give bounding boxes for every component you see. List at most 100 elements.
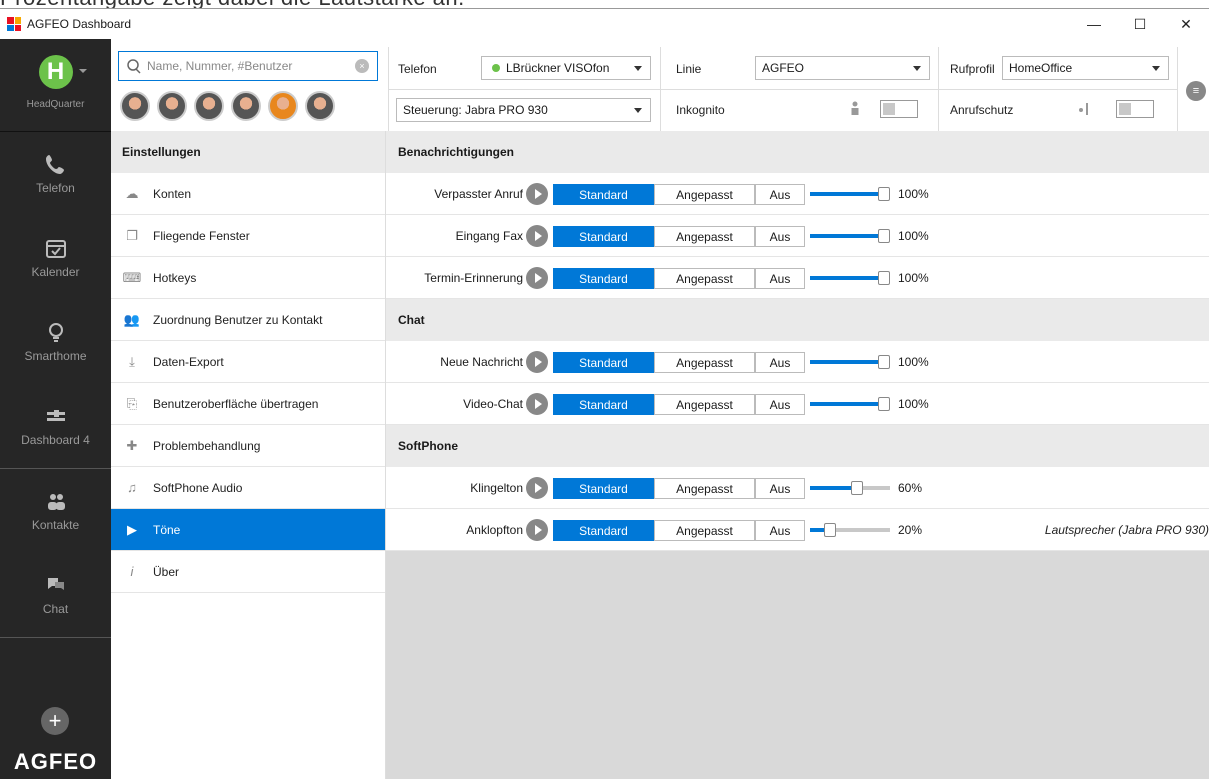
dashboard-icon <box>46 410 65 421</box>
rail-item-smarthome[interactable]: Smarthome <box>0 300 111 384</box>
rail-item-telefon[interactable]: Telefon <box>0 132 111 216</box>
menu-icon[interactable]: ≡ <box>1186 81 1206 101</box>
slider-thumb[interactable] <box>824 523 836 537</box>
option-aus-button[interactable]: Aus <box>755 520 805 541</box>
settings-item[interactable]: ♫ SoftPhone Audio <box>111 467 385 509</box>
option-aus-button[interactable]: Aus <box>755 268 805 289</box>
volume-percent: 100% <box>898 187 929 201</box>
volume-slider[interactable] <box>810 187 890 201</box>
volume-percent: 100% <box>898 355 929 369</box>
volume-slider[interactable] <box>810 397 890 411</box>
status-dot <box>492 64 500 72</box>
settings-item[interactable]: ✚ Problembehandlung <box>111 425 385 467</box>
play-sound-button[interactable] <box>526 477 548 499</box>
play-sound-button[interactable] <box>526 393 548 415</box>
anrufschutz-toggle[interactable] <box>1116 100 1154 118</box>
rail-item-kalender[interactable]: Kalender <box>0 216 111 300</box>
volume-slider[interactable] <box>810 481 890 495</box>
option-aus-button[interactable]: Aus <box>755 226 805 247</box>
sound-label: Eingang Fax <box>455 229 523 243</box>
rufprofil-dropdown[interactable]: HomeOffice <box>1002 56 1169 80</box>
telefon-value: LBrückner VISOfon <box>506 61 610 75</box>
option-standard-button[interactable]: Standard <box>553 394 654 415</box>
user-avatar[interactable] <box>157 91 187 121</box>
sound-row: Klingelton Standard Angepasst Aus 60% <box>386 467 1209 509</box>
headquarter-switcher[interactable]: H HeadQuarter <box>0 39 111 132</box>
settings-item[interactable]: ⤓ Daten-Export <box>111 341 385 383</box>
option-standard-button[interactable]: Standard <box>553 226 654 247</box>
option-standard-button[interactable]: Standard <box>553 268 654 289</box>
play-sound-button[interactable] <box>526 183 548 205</box>
settings-item[interactable]: 👥 Zuordnung Benutzer zu Kontakt <box>111 299 385 341</box>
play-sound-button[interactable] <box>526 267 548 289</box>
option-standard-button[interactable]: Standard <box>553 520 654 541</box>
volume-slider[interactable] <box>810 229 890 243</box>
window-icon: ❐ <box>126 227 138 243</box>
window-title: AGFEO Dashboard <box>27 17 132 31</box>
linie-dropdown[interactable]: AGFEO <box>755 56 930 80</box>
option-aus-button[interactable]: Aus <box>755 352 805 373</box>
user-avatar[interactable] <box>305 91 335 121</box>
volume-slider[interactable] <box>810 355 890 369</box>
section-heading: SoftPhone <box>386 425 1209 467</box>
user-avatar[interactable] <box>268 91 298 121</box>
search-box[interactable]: Name, Nummer, #Benutzer × <box>118 51 378 81</box>
slider-thumb[interactable] <box>878 229 890 243</box>
settings-item-label: Töne <box>153 522 181 537</box>
slider-thumb[interactable] <box>878 397 890 411</box>
settings-item[interactable]: ☁ Konten <box>111 173 385 215</box>
settings-item-label: Über <box>153 564 180 579</box>
option-aus-button[interactable]: Aus <box>755 478 805 499</box>
settings-item[interactable]: ⎘ Benutzeroberfläche übertragen <box>111 383 385 425</box>
user-avatar[interactable] <box>120 91 150 121</box>
option-standard-button[interactable]: Standard <box>553 352 654 373</box>
minimize-button[interactable]: — <box>1071 9 1117 39</box>
slider-fill <box>810 192 884 196</box>
slider-thumb[interactable] <box>851 481 863 495</box>
settings-list: Einstellungen ☁ Konten ❐ Fliegende Fenster ⌨… <box>111 131 386 779</box>
slider-thumb[interactable] <box>878 187 890 201</box>
add-dashboard-button[interactable]: + <box>41 707 69 735</box>
rail-item-kontakte[interactable]: Kontakte <box>0 469 111 553</box>
option-angepasst-button[interactable]: Angepasst <box>654 226 755 247</box>
clear-search-icon[interactable]: × <box>355 59 369 73</box>
user-avatar[interactable] <box>231 91 261 121</box>
rail-divider-bottom <box>0 637 111 638</box>
play-sound-button[interactable] <box>526 225 548 247</box>
settings-item[interactable]: ▶ Töne <box>111 509 385 551</box>
steuerung-dropdown[interactable]: Steuerung: Jabra PRO 930 <box>396 98 651 122</box>
option-aus-button[interactable]: Aus <box>755 394 805 415</box>
settings-item[interactable]: ⌨ Hotkeys <box>111 257 385 299</box>
telefon-dropdown[interactable]: LBrückner VISOfon <box>481 56 651 80</box>
download-icon: ⤓ <box>129 353 135 369</box>
rail-item-chat[interactable]: Chat <box>0 553 111 637</box>
option-standard-button[interactable]: Standard <box>553 184 654 205</box>
option-angepasst-button[interactable]: Angepasst <box>654 268 755 289</box>
option-angepasst-button[interactable]: Angepasst <box>654 184 755 205</box>
inkognito-toggle[interactable] <box>880 100 918 118</box>
play-sound-button[interactable] <box>526 519 548 541</box>
settings-item[interactable]: i Über <box>111 551 385 593</box>
transfer-icon: ⎘ <box>126 395 138 411</box>
rail-label-kalender: Kalender <box>31 265 80 279</box>
volume-slider[interactable] <box>810 271 890 285</box>
option-angepasst-button[interactable]: Angepasst <box>654 352 755 373</box>
maximize-button[interactable]: ☐ <box>1117 9 1163 39</box>
slider-fill <box>810 402 884 406</box>
option-angepasst-button[interactable]: Angepasst <box>654 394 755 415</box>
settings-item[interactable]: ❐ Fliegende Fenster <box>111 215 385 257</box>
volume-percent: 100% <box>898 397 929 411</box>
rail-item-dashboard[interactable]: Dashboard 4 <box>0 384 111 468</box>
option-standard-button[interactable]: Standard <box>553 478 654 499</box>
search-input[interactable]: Name, Nummer, #Benutzer <box>147 59 292 73</box>
play-sound-button[interactable] <box>526 351 548 373</box>
option-angepasst-button[interactable]: Angepasst <box>654 520 755 541</box>
headquarter-avatar[interactable]: H <box>38 55 87 89</box>
slider-thumb[interactable] <box>878 271 890 285</box>
volume-slider[interactable] <box>810 523 890 537</box>
close-button[interactable]: ✕ <box>1163 9 1209 39</box>
option-angepasst-button[interactable]: Angepasst <box>654 478 755 499</box>
user-avatar[interactable] <box>194 91 224 121</box>
slider-thumb[interactable] <box>878 355 890 369</box>
option-aus-button[interactable]: Aus <box>755 184 805 205</box>
